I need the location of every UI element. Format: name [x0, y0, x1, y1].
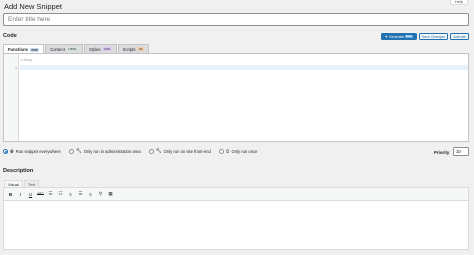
code-actions: ✦ Generate Beta Save Changes Activate	[380, 33, 469, 40]
fullscreen-icon[interactable]: ▦	[107, 190, 114, 198]
tab-scripts[interactable]: Scripts JS	[117, 44, 149, 53]
align-center-icon[interactable]: ☰	[77, 190, 84, 198]
editor-active-line	[19, 65, 468, 70]
scope-admin[interactable]: 🔧︎ Only run in administration area	[68, 148, 141, 154]
description-textarea[interactable]	[3, 201, 469, 250]
unordered-list-icon[interactable]: ☰	[47, 190, 54, 198]
code-line: <?php	[21, 58, 32, 62]
align-left-icon[interactable]: ≡	[67, 190, 74, 198]
tab-language-tag: CSS	[102, 47, 112, 51]
description-editor-tabs: Visual Text	[4, 180, 40, 187]
scope-radio[interactable]	[218, 148, 224, 154]
tab-styles[interactable]: Styles CSS	[84, 44, 117, 53]
tab-language-tag: PHP	[30, 47, 40, 52]
scope-everywhere[interactable]: 🌐︎ Run snippet everywhere	[3, 148, 61, 154]
save-changes-button[interactable]: Save Changes	[418, 33, 449, 40]
description-toolbar: B I U ABC ☰ ☷ ≡ ☰ ≡ ⚲ ▦	[3, 187, 469, 201]
generate-label: Generate	[388, 34, 404, 39]
scope-label: Only run in administration area	[83, 148, 141, 154]
italic-icon[interactable]: I	[17, 190, 24, 198]
tab-text[interactable]: Text	[23, 180, 40, 187]
code-editor[interactable]: <?php 1	[3, 53, 469, 142]
page-title: Add New Snippet	[4, 2, 62, 11]
description-section-label: Description	[3, 168, 34, 174]
scope-label: Run snippet everywhere	[15, 148, 61, 154]
priority-label: Priority	[434, 149, 450, 155]
scope-radio[interactable]	[148, 148, 154, 154]
underline-icon[interactable]: U	[27, 190, 34, 198]
ordered-list-icon[interactable]: ☷	[57, 190, 64, 198]
line-number: 1	[14, 65, 17, 70]
bold-icon[interactable]: B	[7, 190, 14, 198]
scope-label: Only run on site front-end	[163, 148, 211, 154]
link-icon[interactable]: ⚲	[97, 190, 104, 198]
scope-radio[interactable]	[3, 148, 8, 154]
code-section-label: Code	[3, 33, 17, 39]
beta-badge: Beta	[404, 33, 413, 39]
align-right-icon[interactable]: ≡	[87, 190, 94, 198]
scope-radio[interactable]	[68, 148, 74, 154]
tab-language-tag: JS	[137, 47, 144, 51]
scope-options: 🌐︎ Run snippet everywhere 🔧︎ Only run in…	[3, 148, 258, 154]
sparkle-icon: ✦	[384, 33, 388, 39]
clock-icon: ⏲	[225, 148, 230, 154]
snippet-title-input[interactable]	[3, 13, 469, 26]
scope-label: Only run once	[231, 148, 258, 154]
generate-button[interactable]: ✦ Generate Beta	[380, 33, 417, 40]
tab-language-tag: HTML	[66, 47, 79, 51]
activate-button[interactable]: Activate	[450, 33, 469, 40]
scope-front-end[interactable]: 🔧︎ Only run on site front-end	[148, 148, 211, 154]
strikethrough-icon[interactable]: ABC	[37, 190, 44, 198]
wrench-icon: 🔧︎	[155, 148, 162, 153]
tab-content[interactable]: Content HTML	[45, 44, 84, 53]
tab-visual[interactable]: Visual	[4, 180, 23, 187]
help-tab[interactable]: Help	[450, 0, 468, 5]
priority-input[interactable]	[453, 147, 469, 156]
scope-once[interactable]: ⏲ Only run once	[218, 148, 258, 154]
globe-icon: 🌐︎	[10, 148, 14, 154]
wrench-icon: 🔧︎	[75, 148, 82, 153]
